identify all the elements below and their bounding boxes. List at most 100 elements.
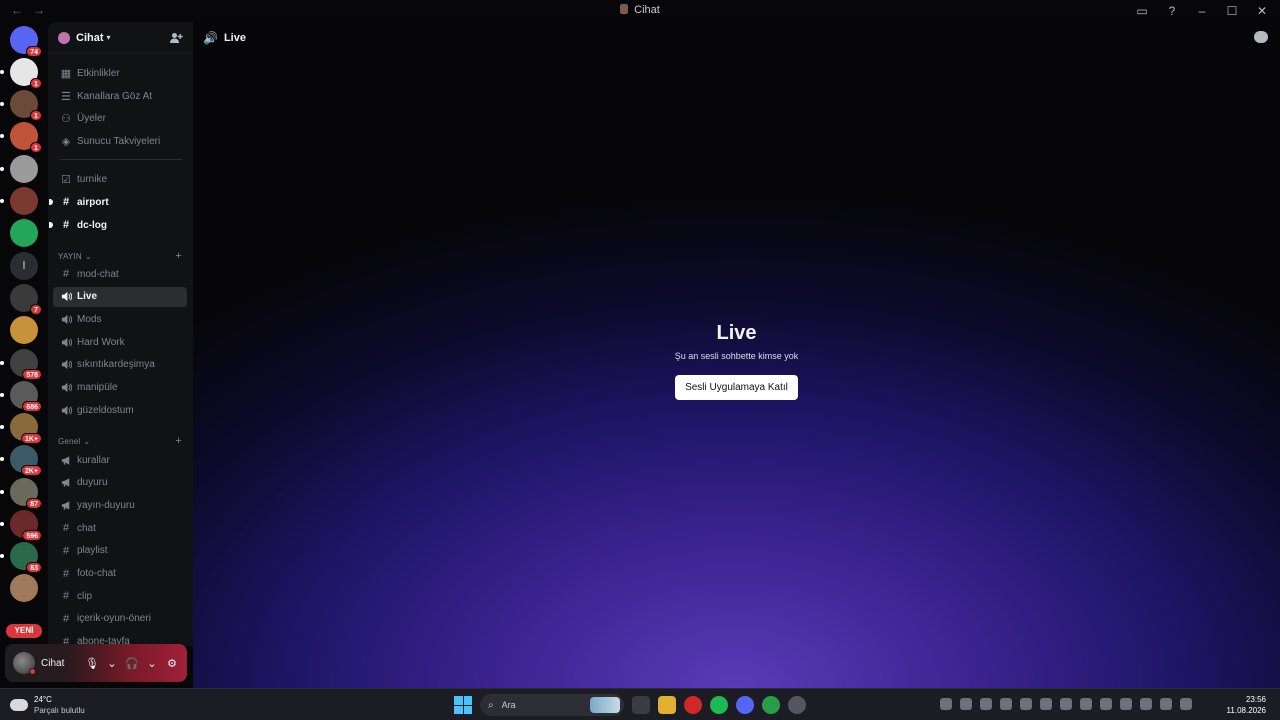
tray-icon[interactable] [1000,698,1012,710]
add-channel-icon[interactable]: + [175,250,182,262]
chevron-down-icon[interactable]: ⌄ [145,657,159,670]
server-icon-10[interactable]: 578 [0,349,42,380]
taskbar-app-icon[interactable] [632,696,650,714]
chat-bubble-icon[interactable] [1254,31,1268,43]
channel-Hard Work[interactable]: Hard Work [53,332,187,352]
server-icon-6[interactable] [10,219,38,247]
channel-foto-chat[interactable]: # foto-chat [53,564,187,584]
server-icon-7[interactable]: l [10,252,38,280]
server-icon-13[interactable]: 2K+ [0,445,42,476]
unread-pill [0,457,4,461]
taskbar-app-icon[interactable] [684,696,702,714]
weather-widget[interactable]: 24°C Parçalı bulutlu [10,694,85,716]
server-icon-16[interactable]: 83 [0,542,42,573]
tray-icon[interactable] [1020,698,1032,710]
channel-mod-chat[interactable]: # mod-chat [53,264,187,284]
server-icon-4[interactable] [0,155,38,183]
server-icon-12[interactable]: 1K+ [0,413,42,444]
nav-link-1[interactable]: ☰ Kanallara Göz At [53,86,187,106]
tray-icon[interactable] [1140,698,1152,710]
join-voice-button[interactable]: Sesli Uygulamaya Katıl [675,375,798,400]
tray-icon[interactable] [1160,698,1172,710]
channel-sıkıntıkardeşimya[interactable]: sıkıntıkardeşimya [53,355,187,375]
server-icon-8[interactable]: 7 [10,284,42,315]
add-person-icon[interactable] [169,31,183,45]
clock[interactable]: 23:56 11.08.2026 [1227,694,1266,716]
inbox-icon[interactable]: ▭ [1134,3,1150,19]
nav-link-3[interactable]: ◈ Sunucu Takviyeleri [53,131,187,151]
search-highlight-image [590,697,620,713]
mention-badge: 74 [26,46,42,57]
category-header[interactable]: Genel ⌄ + [58,435,188,447]
channel-label: Mods [77,313,102,325]
channel-duyuru[interactable]: duyuru [53,473,187,493]
channel-type-icon: # [62,590,70,603]
channel-dc-log[interactable]: # dc-log [49,215,187,235]
tray-icon[interactable] [1180,698,1192,710]
server-icon-14[interactable]: 87 [0,478,42,509]
server-icon-15[interactable]: 596 [0,510,42,541]
tray-icon[interactable] [1060,698,1072,710]
channel-playlist[interactable]: # playlist [53,541,187,561]
server-icon-11[interactable]: 686 [0,381,42,412]
channel-type-icon: # [62,196,70,208]
server-icon-17[interactable] [10,574,38,602]
channel-label: Etkinlikler [77,67,120,79]
server-icon-3[interactable]: 1 [0,122,42,153]
chevron-down-icon[interactable]: ⌄ [105,657,119,670]
server-icon-5[interactable] [0,187,38,215]
help-icon[interactable]: ? [1164,3,1180,19]
minimize-button[interactable]: – [1194,3,1210,19]
taskbar-app-icon[interactable] [658,696,676,714]
server-header[interactable]: Cihat ▾ [48,22,193,54]
taskbar-app-icon[interactable] [736,696,754,714]
server-icon-1[interactable]: 1 [0,58,42,89]
maximize-button[interactable]: ☐ [1224,3,1240,19]
server-avatar [10,187,38,215]
taskbar-app-icon[interactable] [788,696,806,714]
nav-link-0[interactable]: ▦ Etkinlikler [53,63,187,83]
headset-icon[interactable]: 🎧 [125,657,139,670]
nav-link-2[interactable]: ⚇ Üyeler [53,108,187,128]
unread-indicator [49,199,53,205]
new-badge[interactable]: YENİ [6,624,42,638]
windows-start-icon[interactable] [454,696,472,714]
server-icon-9[interactable] [10,316,38,344]
server-avatar [10,219,38,247]
channel-içerik-oyun-öneri[interactable]: # içerik-oyun-öneri [53,609,187,629]
unread-pill [0,199,4,203]
server-icon-2[interactable]: 1 [0,90,42,121]
server-icon [620,4,629,14]
channel-chat[interactable]: # chat [53,518,187,538]
add-channel-icon[interactable]: + [175,435,182,447]
channel-yayın-duyuru[interactable]: yayın-duyuru [53,495,187,515]
channel-clip[interactable]: # clip [53,586,187,606]
tray-icon[interactable] [1100,698,1112,710]
avatar[interactable] [13,652,36,675]
tray-icon[interactable] [1120,698,1132,710]
taskbar-app-icon[interactable] [710,696,728,714]
channel-kurallar[interactable]: kurallar [53,450,187,470]
channel-Mods[interactable]: Mods [53,309,187,329]
channel-label: içerik-oyun-öneri [77,613,151,625]
close-button[interactable]: ✕ [1254,3,1270,19]
microphone-icon[interactable]: 🎙 [85,657,99,670]
channel-güzeldostum[interactable]: güzeldostum [53,400,187,420]
tray-icon[interactable] [1040,698,1052,710]
clock-time: 23:56 [1245,695,1266,704]
tray-icon[interactable] [940,698,952,710]
channel-airport[interactable]: # airport [49,192,187,212]
category-header[interactable]: YAYIN ⌄ + [58,250,188,262]
channel-Live[interactable]: Live [53,286,187,307]
stage-subtitle: Şu an sesli sohbette kimse yok [674,351,799,361]
tray-icon[interactable] [1080,698,1092,710]
settings-gear-icon[interactable]: ⚙ [165,657,179,670]
taskbar-search[interactable]: ⌕ Ara [480,694,624,716]
tray-icon[interactable] [960,698,972,710]
server-avatar: l [10,252,38,280]
channel-manipüle[interactable]: manipüle [53,378,187,398]
tray-icon[interactable] [980,698,992,710]
channel-turnike[interactable]: ☑ turnike [53,169,187,189]
server-icon-0[interactable]: 74 [10,26,42,57]
taskbar-app-icon[interactable] [762,696,780,714]
